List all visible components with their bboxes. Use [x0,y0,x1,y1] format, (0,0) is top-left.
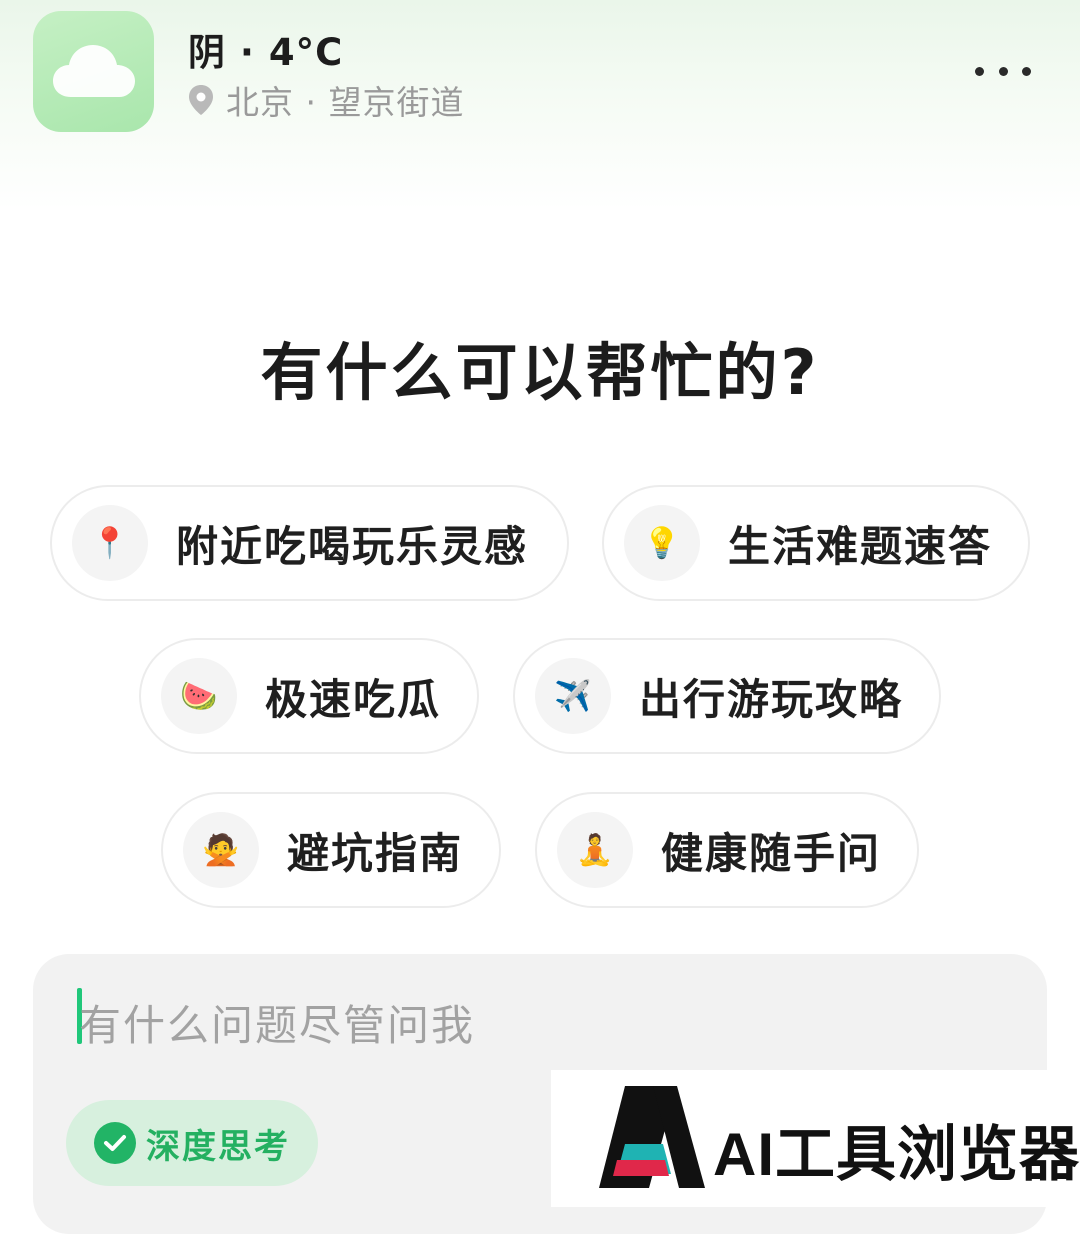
chip-label: 健康随手问 [661,828,882,878]
check-mark [104,1135,126,1151]
check-icon [94,1122,136,1164]
watermark-logo-icon [599,1086,705,1188]
chip-label: 极速吃瓜 [265,674,442,724]
page-headline: 有什么可以帮忙的? [260,336,820,409]
chip-label: 生活难题速答 [728,521,993,571]
chip-life-answers[interactable]: 💡 生活难题速答 [602,485,1030,601]
chip-gossip[interactable]: 🍉 极速吃瓜 [139,638,479,754]
chip-travel-guide[interactable]: ✈️ 出行游玩攻略 [513,638,941,754]
more-options-button[interactable] [975,58,1031,84]
weather-title: 阴 · 4°C [188,31,344,74]
chip-nearby-inspiration[interactable]: 📍 附近吃喝玩乐灵感 [50,485,569,601]
header-background [0,0,1080,210]
watermelon-icon: 🍉 [161,658,237,734]
weather-tile[interactable] [33,11,154,132]
watermark: AI工具浏览器 [551,1070,1080,1207]
deep-think-label: 深度思考 [146,1126,290,1167]
location-pin-icon [189,85,213,115]
chip-label: 附近吃喝玩乐灵感 [176,521,529,571]
chip-label: 出行游玩攻略 [639,674,904,724]
deep-think-toggle[interactable]: 深度思考 [66,1100,318,1186]
round-pushpin-icon: 📍 [72,505,148,581]
location-text: 北京 · 望京街道 [226,83,465,122]
more-dots-icon [975,66,984,76]
chip-label: 避坑指南 [287,828,464,878]
airplane-icon: ✈️ [535,658,611,734]
location-row[interactable]: 北京 · 望京街道 [188,78,464,122]
watermark-text: AI工具浏览器 [713,1121,1080,1188]
chat-input-placeholder[interactable]: 有什么问题尽管问我 [79,992,475,1053]
cloud-icon [53,45,135,97]
more-dot [1022,66,1031,76]
person-gesturing-no-icon: 🙅 [183,812,259,888]
more-dot [998,66,1008,76]
chip-health-questions[interactable]: 🧘 健康随手问 [535,792,919,908]
chip-pitfall-guide[interactable]: 🙅 避坑指南 [161,792,501,908]
light-bulb-icon: 💡 [624,505,700,581]
person-in-lotus-icon: 🧘 [557,812,633,888]
